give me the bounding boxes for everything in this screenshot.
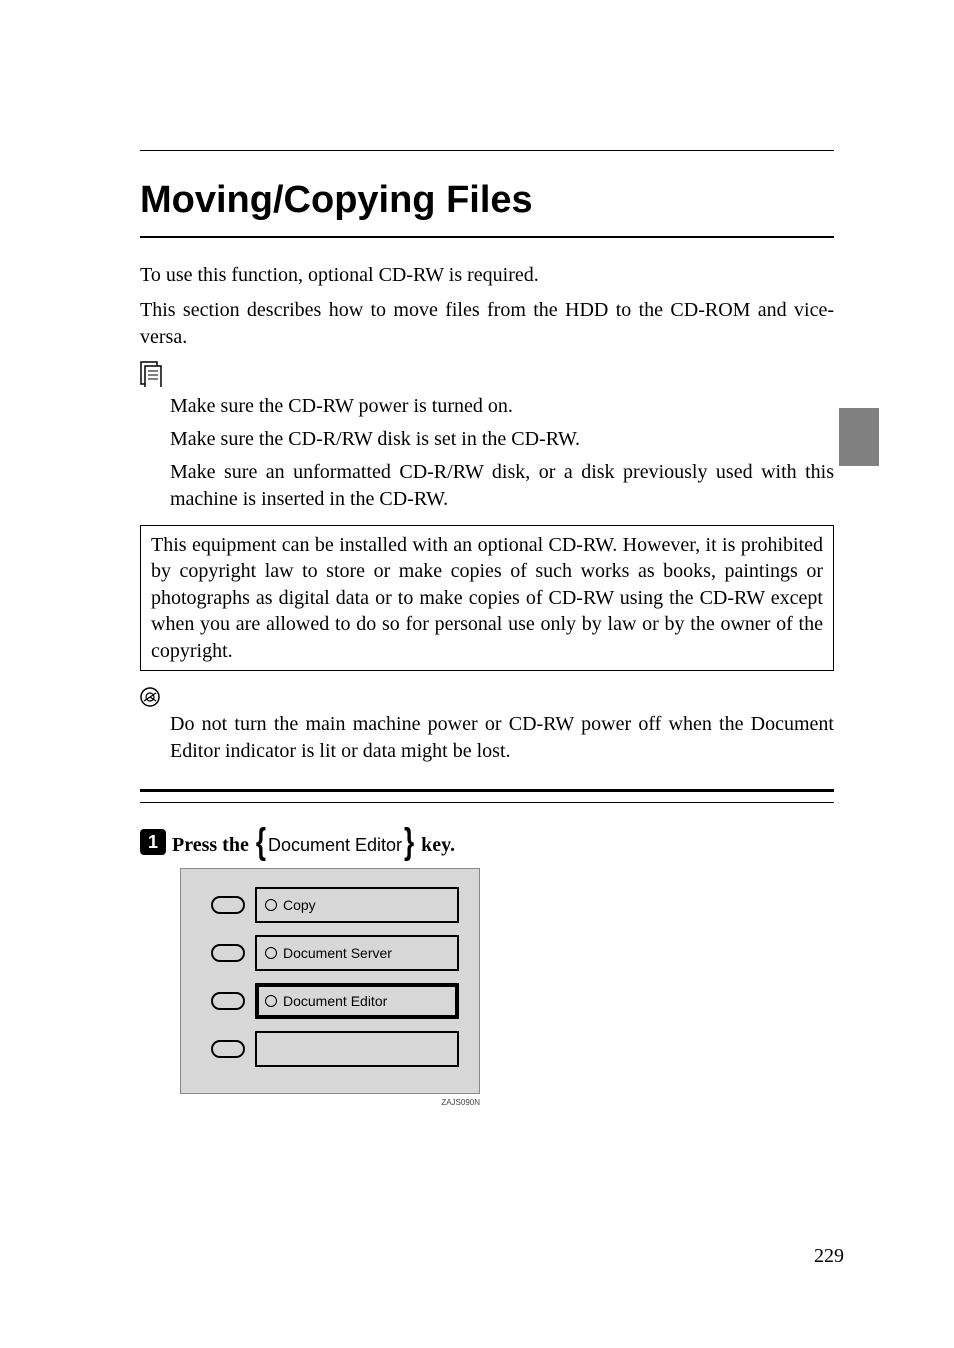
copyright-note-box: This equipment can be installed with an … [140, 525, 834, 671]
prep-item-3: Make sure an unformatted CD-R/RW disk, o… [170, 459, 834, 513]
section-divider-thin [140, 802, 834, 803]
section-divider-heavy [140, 789, 834, 792]
hardware-button-icon [211, 1040, 245, 1058]
button-label: Document Server [283, 945, 392, 961]
hardware-button-icon [211, 944, 245, 962]
step-instruction: Press the {Document Editor} key. [172, 827, 455, 858]
panel-row-document-server: Document Server [211, 935, 459, 971]
button-label: Copy [283, 897, 316, 913]
hardware-button-icon [211, 992, 245, 1010]
radio-icon [265, 947, 277, 959]
side-tab [839, 408, 879, 466]
close-bracket-icon: } [404, 820, 414, 863]
blank-button [255, 1031, 459, 1067]
radio-icon [265, 995, 277, 1007]
title-underline [140, 236, 834, 238]
radio-icon [265, 899, 277, 911]
panel-row-blank [211, 1031, 459, 1067]
key-label: Document Editor [268, 835, 402, 855]
button-label: Document Editor [283, 993, 387, 1009]
panel-row-document-editor: Document Editor [211, 983, 459, 1019]
prep-item-2: Make sure the CD-R/RW disk is set in the… [170, 426, 834, 453]
document-server-button: Document Server [255, 935, 459, 971]
page-number: 229 [814, 1245, 844, 1268]
step-1: 1 Press the {Document Editor} key. [140, 827, 834, 858]
panel-row-copy: Copy [211, 887, 459, 923]
document-editor-button: Document Editor [255, 983, 459, 1019]
step-number-badge: 1 [140, 829, 166, 855]
step-text-pre: Press the [172, 834, 254, 856]
step-text-post: key. [416, 834, 455, 856]
preparation-icon [140, 361, 162, 387]
illustration-code: ZAJS090N [180, 1098, 480, 1107]
top-rule [140, 150, 834, 151]
important-text: Do not turn the main machine power or CD… [170, 711, 834, 765]
open-bracket-icon: { [256, 820, 266, 863]
prep-item-1: Make sure the CD-RW power is turned on. [170, 393, 834, 420]
page-title: Moving/Copying Files [140, 179, 834, 222]
intro-paragraph-2: This section describes how to move files… [140, 297, 834, 351]
important-icon [140, 687, 160, 707]
hardware-button-icon [211, 896, 245, 914]
control-panel-illustration: Copy Document Server Document Editor [180, 868, 480, 1094]
copy-button: Copy [255, 887, 459, 923]
intro-paragraph-1: To use this function, optional CD-RW is … [140, 262, 834, 289]
